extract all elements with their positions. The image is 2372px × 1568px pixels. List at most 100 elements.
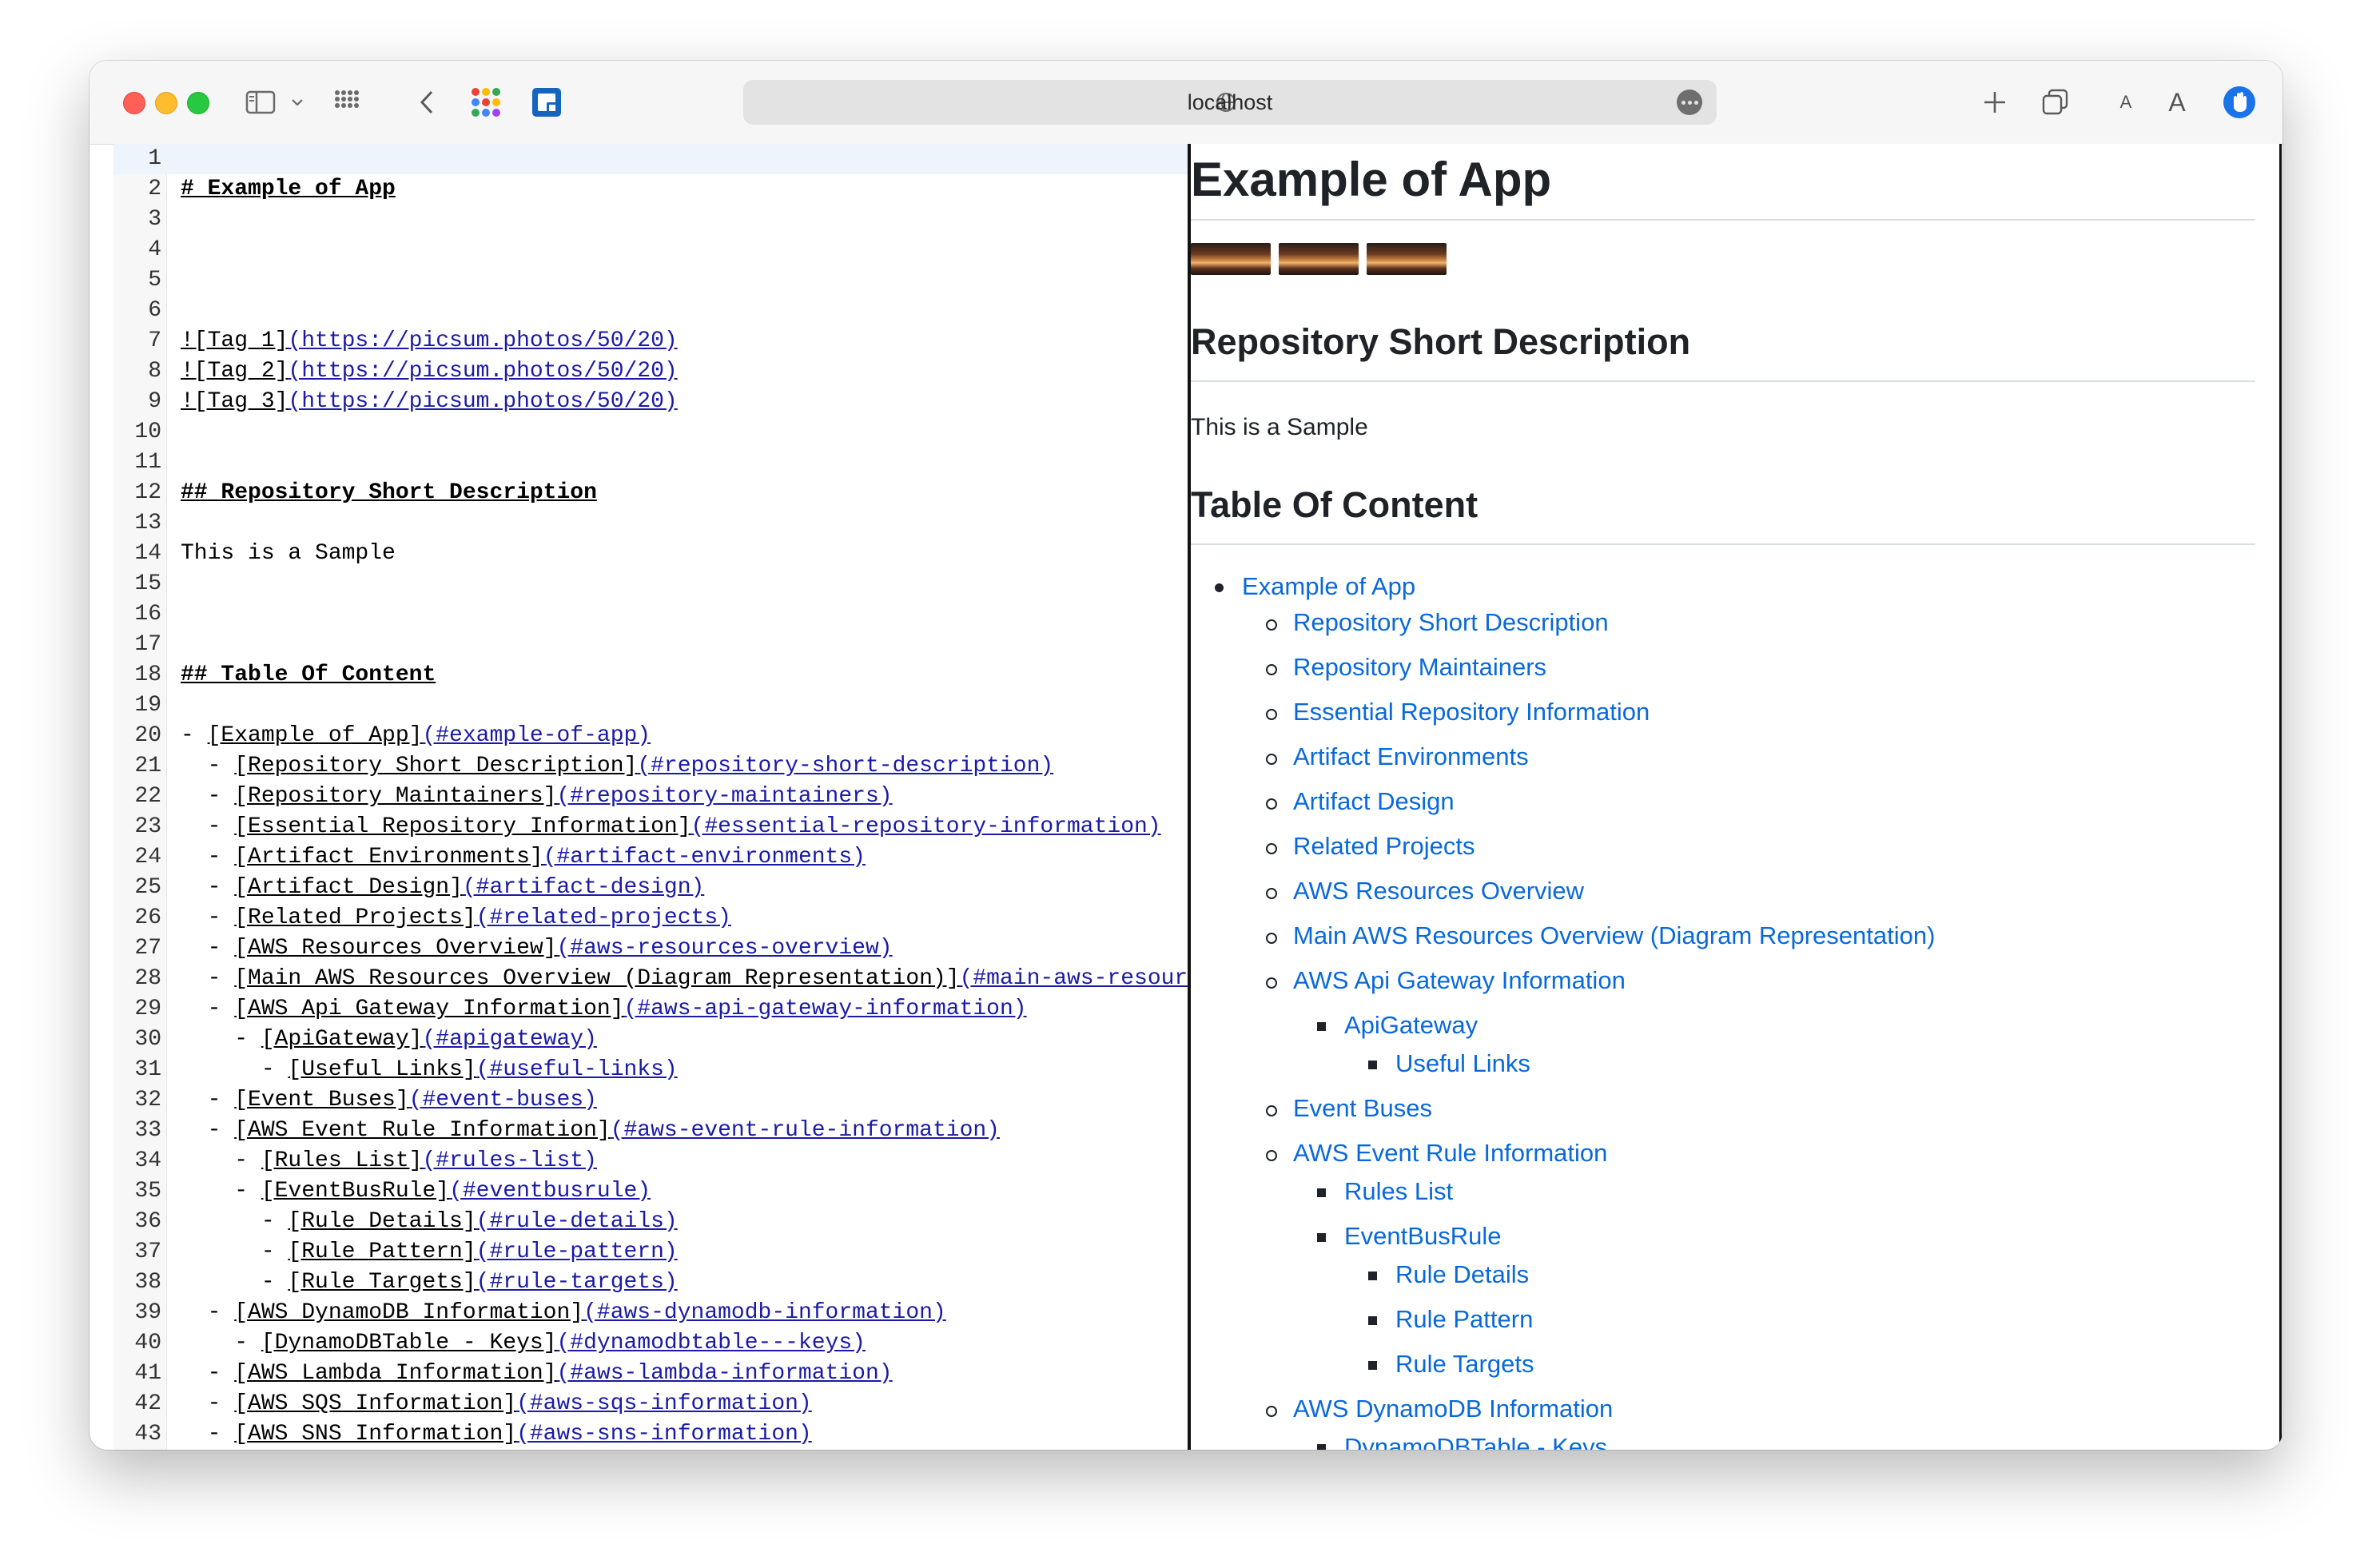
toc-link[interactable]: Essential Repository Information: [1293, 698, 1650, 726]
editor-line[interactable]: 15: [113, 569, 1188, 599]
editor-line[interactable]: 20- [Example of App](#example-of-app): [113, 721, 1188, 751]
new-tab-icon[interactable]: [1977, 85, 2012, 120]
zoom-window-button[interactable]: [187, 92, 209, 114]
editor-line[interactable]: 35 - [EventBusRule](#eventbusrule): [113, 1176, 1188, 1207]
editor-line[interactable]: 5: [113, 265, 1188, 296]
editor-line[interactable]: 10: [113, 417, 1188, 448]
toc-link[interactable]: Repository Short Description: [1293, 608, 1609, 637]
markdown-url: (#event-buses): [408, 1088, 597, 1112]
editor-line[interactable]: 22 - [Repository Maintainers](#repositor…: [113, 782, 1188, 812]
line-code: - [EventBusRule](#eventbusrule): [181, 1176, 651, 1207]
editor-line[interactable]: 38 - [Rule Targets](#rule-targets): [113, 1268, 1188, 1298]
editor-line[interactable]: 30 - [ApiGateway](#apigateway): [113, 1025, 1188, 1055]
editor-line[interactable]: 14 This is a Sample: [113, 539, 1188, 569]
editor-line[interactable]: 8 ![Tag 2](https://picsum.photos/50/20): [113, 356, 1188, 387]
toc-link[interactable]: Rule Details: [1395, 1260, 1529, 1289]
markdown-text: -: [181, 1422, 235, 1447]
extension-icon[interactable]: [527, 85, 566, 120]
markdown-link-text: [Example of App]: [207, 723, 423, 748]
editor-line[interactable]: 3: [113, 205, 1188, 235]
editor-line[interactable]: 2 # Example of App: [113, 174, 1188, 205]
editor-line[interactable]: 11: [113, 448, 1188, 478]
editor-line[interactable]: 21 - [Repository Short Description](#rep…: [113, 751, 1188, 782]
line-code: ![Tag 2](https://picsum.photos/50/20): [181, 356, 678, 387]
toc-link[interactable]: Artifact Environments: [1293, 742, 1529, 771]
editor-line[interactable]: 7 ![Tag 1](https://picsum.photos/50/20): [113, 326, 1188, 356]
toc-link[interactable]: AWS DynamoDB Information: [1293, 1395, 1613, 1423]
editor-line[interactable]: 12 ## Repository Short Description: [113, 478, 1188, 508]
toc-link[interactable]: Rule Pattern: [1395, 1305, 1533, 1334]
line-number: 30: [134, 1027, 161, 1052]
editor-line[interactable]: 36 - [Rule Details](#rule-details): [113, 1207, 1188, 1237]
editor-line[interactable]: 13: [113, 508, 1188, 539]
markdown-link-text: ![Tag 3]: [181, 389, 289, 414]
line-number: 12: [134, 480, 161, 505]
toc-link[interactable]: Event Buses: [1293, 1094, 1432, 1123]
editor-line[interactable]: 29 - [AWS Api Gateway Information](#aws-…: [113, 994, 1188, 1025]
toc-link[interactable]: Repository Maintainers: [1293, 653, 1546, 682]
markdown-url: (#aws-api-gateway-information): [623, 997, 1027, 1021]
apps-icon[interactable]: [467, 85, 505, 120]
text-larger-icon[interactable]: A: [2161, 85, 2193, 120]
toc-link[interactable]: EventBusRule: [1344, 1222, 1501, 1251]
toc-link[interactable]: Main AWS Resources Overview (Diagram Rep…: [1293, 921, 1935, 950]
editor-line[interactable]: 39 - [AWS DynamoDB Information](#aws-dyn…: [113, 1298, 1188, 1328]
line-number: 10: [134, 420, 161, 444]
toc-link[interactable]: Rule Targets: [1395, 1350, 1534, 1379]
tab-grid-icon[interactable]: [329, 85, 364, 120]
editor-line[interactable]: 17: [113, 630, 1188, 660]
markdown-url: (#rule-targets): [476, 1270, 678, 1295]
editor-line[interactable]: 6: [113, 296, 1188, 326]
back-icon[interactable]: [409, 85, 444, 120]
editor-line[interactable]: 34 - [Rules List](#rules-list): [113, 1146, 1188, 1176]
toc-link[interactable]: Related Projects: [1293, 832, 1475, 861]
editor-line[interactable]: 37 - [Rule Pattern](#rule-pattern): [113, 1237, 1188, 1268]
toc-link[interactable]: AWS Event Rule Information: [1293, 1139, 1607, 1168]
toc-link[interactable]: Rules List: [1344, 1177, 1453, 1206]
editor-line[interactable]: 25 - [Artifact Design](#artifact-design): [113, 873, 1188, 903]
editor-line[interactable]: 4: [113, 235, 1188, 265]
tab-overview-icon[interactable]: [2038, 85, 2073, 120]
markdown-link-text: [AWS Resources Overview]: [234, 936, 557, 961]
editor-line[interactable]: 24 - [Artifact Environments](#artifact-e…: [113, 842, 1188, 873]
editor-line[interactable]: 32 - [Event Buses](#event-buses): [113, 1085, 1188, 1116]
line-code: # Example of App: [181, 174, 396, 205]
minimize-window-button[interactable]: [155, 92, 177, 114]
editor-line[interactable]: 9 ![Tag 3](https://picsum.photos/50/20): [113, 387, 1188, 417]
more-icon[interactable]: [1677, 90, 1702, 115]
editor-line[interactable]: 16: [113, 599, 1188, 630]
editor-line[interactable]: 42 - [AWS SQS Information](#aws-sqs-info…: [113, 1389, 1188, 1419]
chevron-down-icon[interactable]: [288, 85, 307, 120]
text-smaller-icon[interactable]: A: [2111, 85, 2140, 120]
toc-link[interactable]: ApiGateway: [1344, 1011, 1478, 1040]
toc-link[interactable]: Useful Links: [1395, 1049, 1530, 1078]
toc-link[interactable]: AWS Api Gateway Information: [1293, 966, 1626, 995]
line-code: ![Tag 1](https://picsum.photos/50/20): [181, 326, 678, 356]
toc-link[interactable]: AWS Resources Overview: [1293, 877, 1584, 905]
markdown-editor[interactable]: 1 2 # Example of App 3 4 5 6 7 ![Tag 1](https://…: [113, 144, 1188, 1450]
editor-line[interactable]: 33 - [AWS Event Rule Information](#aws-e…: [113, 1116, 1188, 1146]
editor-line[interactable]: 19: [113, 690, 1188, 721]
line-number: 28: [134, 966, 161, 991]
toc-link[interactable]: DynamoDBTable - Keys: [1344, 1433, 1607, 1450]
close-window-button[interactable]: [123, 92, 145, 114]
sidebar-icon[interactable]: [243, 85, 278, 120]
address-bar[interactable]: localhost: [743, 80, 1717, 125]
editor-line[interactable]: 43 - [AWS SNS Information](#aws-sns-info…: [113, 1419, 1188, 1450]
editor-line[interactable]: 31 - [Useful Links](#useful-links): [113, 1055, 1188, 1085]
editor-line[interactable]: 23 - [Essential Repository Information](…: [113, 812, 1188, 842]
editor-line[interactable]: 26 - [Related Projects](#related-project…: [113, 903, 1188, 933]
line-number: 27: [134, 936, 161, 961]
markdown-heading: ## Table Of Content: [181, 663, 436, 687]
browser-toolbar: localhost A A: [90, 61, 2282, 145]
toc-link[interactable]: Artifact Design: [1293, 787, 1455, 816]
privacy-icon[interactable]: [2220, 85, 2259, 120]
editor-line[interactable]: 18 ## Table Of Content: [113, 660, 1188, 690]
line-number: 37: [134, 1240, 161, 1264]
editor-line[interactable]: 40 - [DynamoDBTable - Keys](#dynamodbtab…: [113, 1328, 1188, 1359]
editor-line[interactable]: 41 - [AWS Lambda Information](#aws-lambd…: [113, 1359, 1188, 1389]
toc-link[interactable]: Example of App: [1242, 572, 1415, 601]
editor-line[interactable]: 1: [113, 144, 1188, 174]
editor-line[interactable]: 27 - [AWS Resources Overview](#aws-resou…: [113, 933, 1188, 964]
editor-line[interactable]: 28 - [Main AWS Resources Overview (Diagr…: [113, 964, 1188, 994]
